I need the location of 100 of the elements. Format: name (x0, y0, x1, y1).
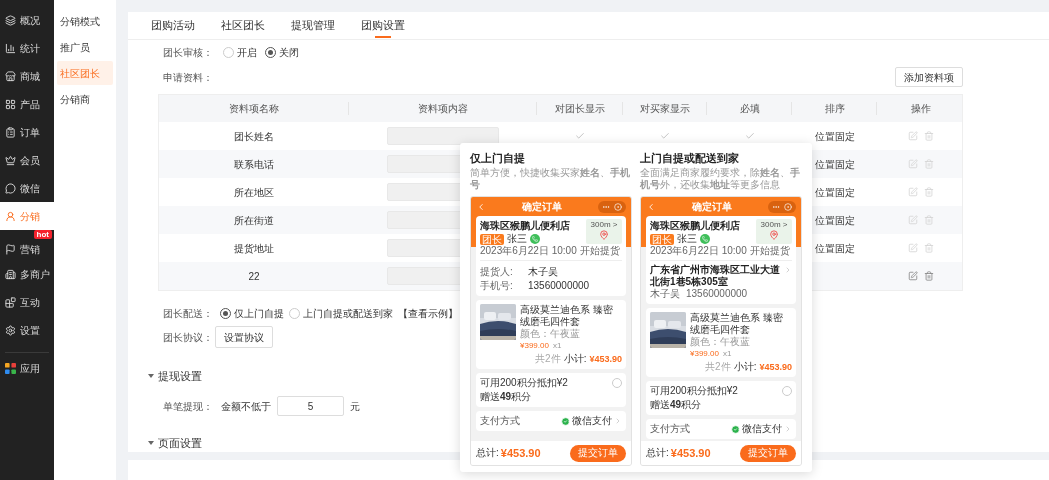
delete-icon[interactable] (923, 187, 934, 197)
receiver-phone: 13560000000 (686, 288, 748, 300)
distance-label: 300m > (760, 219, 788, 230)
pickup-time: 2023年6月22日 10:00 开始提货 (480, 245, 621, 257)
grid-icon (5, 98, 16, 110)
user-icon (5, 210, 16, 222)
subtotal-label: 小计: (563, 353, 587, 365)
capsule-menu[interactable] (768, 201, 796, 213)
receiver-name: 木子吴 (650, 288, 680, 300)
chevron-icon (614, 417, 622, 425)
total-value: ¥453.90 (500, 447, 541, 459)
phone-icon[interactable] (530, 234, 540, 244)
sidebar-item[interactable]: 商城 (0, 62, 54, 90)
flag-icon (5, 244, 16, 255)
product-spec: 颜色：午夜蓝 (520, 328, 581, 340)
store-icon (5, 70, 16, 82)
field-unit: 元 (350, 399, 360, 414)
layers-icon (5, 14, 16, 26)
payment-label: 支付方式 (650, 423, 690, 435)
back-icon[interactable] (646, 202, 656, 212)
distance-label: 300m > (590, 219, 618, 230)
subtotal-label: 小计: (733, 361, 757, 373)
column-header: 操作 (910, 102, 931, 116)
sidebar-item[interactable]: 统计 (0, 34, 54, 62)
page-title: 确定订单 (521, 201, 563, 213)
blocks-icon (5, 296, 16, 308)
radio-label: 上门自提或配送到家 (303, 306, 393, 321)
table-cell-text: 团长姓名 (234, 129, 274, 144)
leader-name: 张三 (677, 233, 697, 245)
apps-icon (5, 362, 16, 374)
amount-input[interactable]: 5 (277, 396, 344, 416)
tag: 团长 (650, 233, 674, 245)
edit-icon[interactable] (907, 271, 918, 281)
check-circle-icon (731, 424, 740, 434)
sidebar-item[interactable]: 微信 (0, 174, 54, 202)
capsule-menu[interactable] (598, 201, 626, 213)
table-cell-text: 所在地区 (234, 185, 274, 200)
delete-icon[interactable] (923, 131, 934, 141)
product-spec: 颜色：午夜蓝 (690, 336, 751, 348)
sidebar-item[interactable]: 概况 (0, 6, 54, 34)
field-label: 申请资料： (163, 70, 214, 85)
building-icon (5, 268, 16, 280)
agreement-button[interactable]: 设置协议 (215, 326, 273, 348)
gift-points: 赠送49积分 (650, 399, 703, 411)
chart-icon (5, 42, 16, 54)
payment-row[interactable]: 支付方式 微信支付 (646, 419, 796, 439)
submenu-item[interactable]: 分销商 (57, 87, 113, 111)
sidebar-item[interactable]: 多商户 (0, 260, 54, 288)
payment-row[interactable]: 支付方式 微信支付 (476, 411, 626, 431)
submenu-item[interactable]: 分销模式 (57, 9, 113, 33)
tag: 团长 (480, 233, 504, 245)
delete-icon[interactable] (923, 243, 934, 253)
clipboard-icon (5, 126, 16, 138)
tab[interactable]: 提现管理 (278, 12, 348, 39)
tab[interactable]: 团购活动 (138, 12, 208, 39)
back-icon[interactable] (476, 202, 486, 212)
sidebar-item[interactable]: 营销 (0, 239, 54, 260)
close-icon (614, 203, 622, 211)
sidebar-item[interactable]: 产品 (0, 90, 54, 118)
product-price: ¥399.00 (520, 340, 549, 352)
phone-icon[interactable] (700, 234, 710, 244)
delete-icon[interactable] (923, 215, 934, 225)
table-cell-text: 位置固定 (814, 157, 855, 172)
add-item-button[interactable]: 添加资料项 (895, 67, 963, 87)
delete-icon[interactable] (923, 159, 934, 169)
pin-icon (769, 230, 779, 240)
sidebar-item[interactable]: 订单 (0, 118, 54, 146)
points-text: 可用200积分抵扣¥2 (650, 385, 738, 397)
column-header: 资料项名称 (229, 102, 279, 116)
example-link[interactable]: 【查看示例】 (398, 305, 458, 321)
store-name: 海珠区猴鹏儿便利店 (480, 220, 571, 232)
delete-icon[interactable] (923, 271, 934, 281)
submenu-item[interactable]: 推广员 (57, 35, 113, 59)
sidebar-item[interactable]: 会员 (0, 146, 54, 174)
field-label: 团长配送： (163, 306, 214, 321)
field-label: 团长审核： (163, 45, 214, 60)
tab[interactable]: 社区团长 (208, 12, 278, 39)
field-label: 单笔提现： (163, 399, 214, 414)
sidebar-item[interactable]: 互动 (0, 288, 54, 316)
option-description: 全面满足商家履约要求，除姓名、手机号外，还收集地址等更多信息 (640, 167, 801, 191)
chevron-icon[interactable] (784, 266, 792, 274)
column-header: 排序 (824, 102, 845, 116)
table-cell-text: 联系电话 (234, 157, 274, 172)
tab[interactable]: 团购设置 (348, 12, 418, 39)
subtotal-value: ¥453.90 (589, 353, 622, 365)
column-header: 对团长显示 (555, 102, 605, 116)
product-qty: x1 (722, 348, 732, 360)
sidebar-item[interactable]: 设置 (0, 316, 54, 344)
chevron-icon (784, 425, 792, 433)
table-cell-text: 提货地址 (234, 241, 274, 256)
column-header: 对买家显示 (640, 102, 690, 116)
settings-icon (5, 324, 16, 336)
sidebar-item[interactable]: 应用 (0, 354, 54, 382)
field-label: 团长协议： (163, 330, 214, 345)
table-cell-text: 位置固定 (814, 241, 855, 256)
column-header: 资料项内容 (418, 102, 468, 116)
more-icon (602, 203, 610, 211)
product-price: ¥399.00 (690, 348, 719, 360)
subtotal-value: ¥453.90 (759, 361, 792, 373)
more-icon (772, 203, 780, 211)
